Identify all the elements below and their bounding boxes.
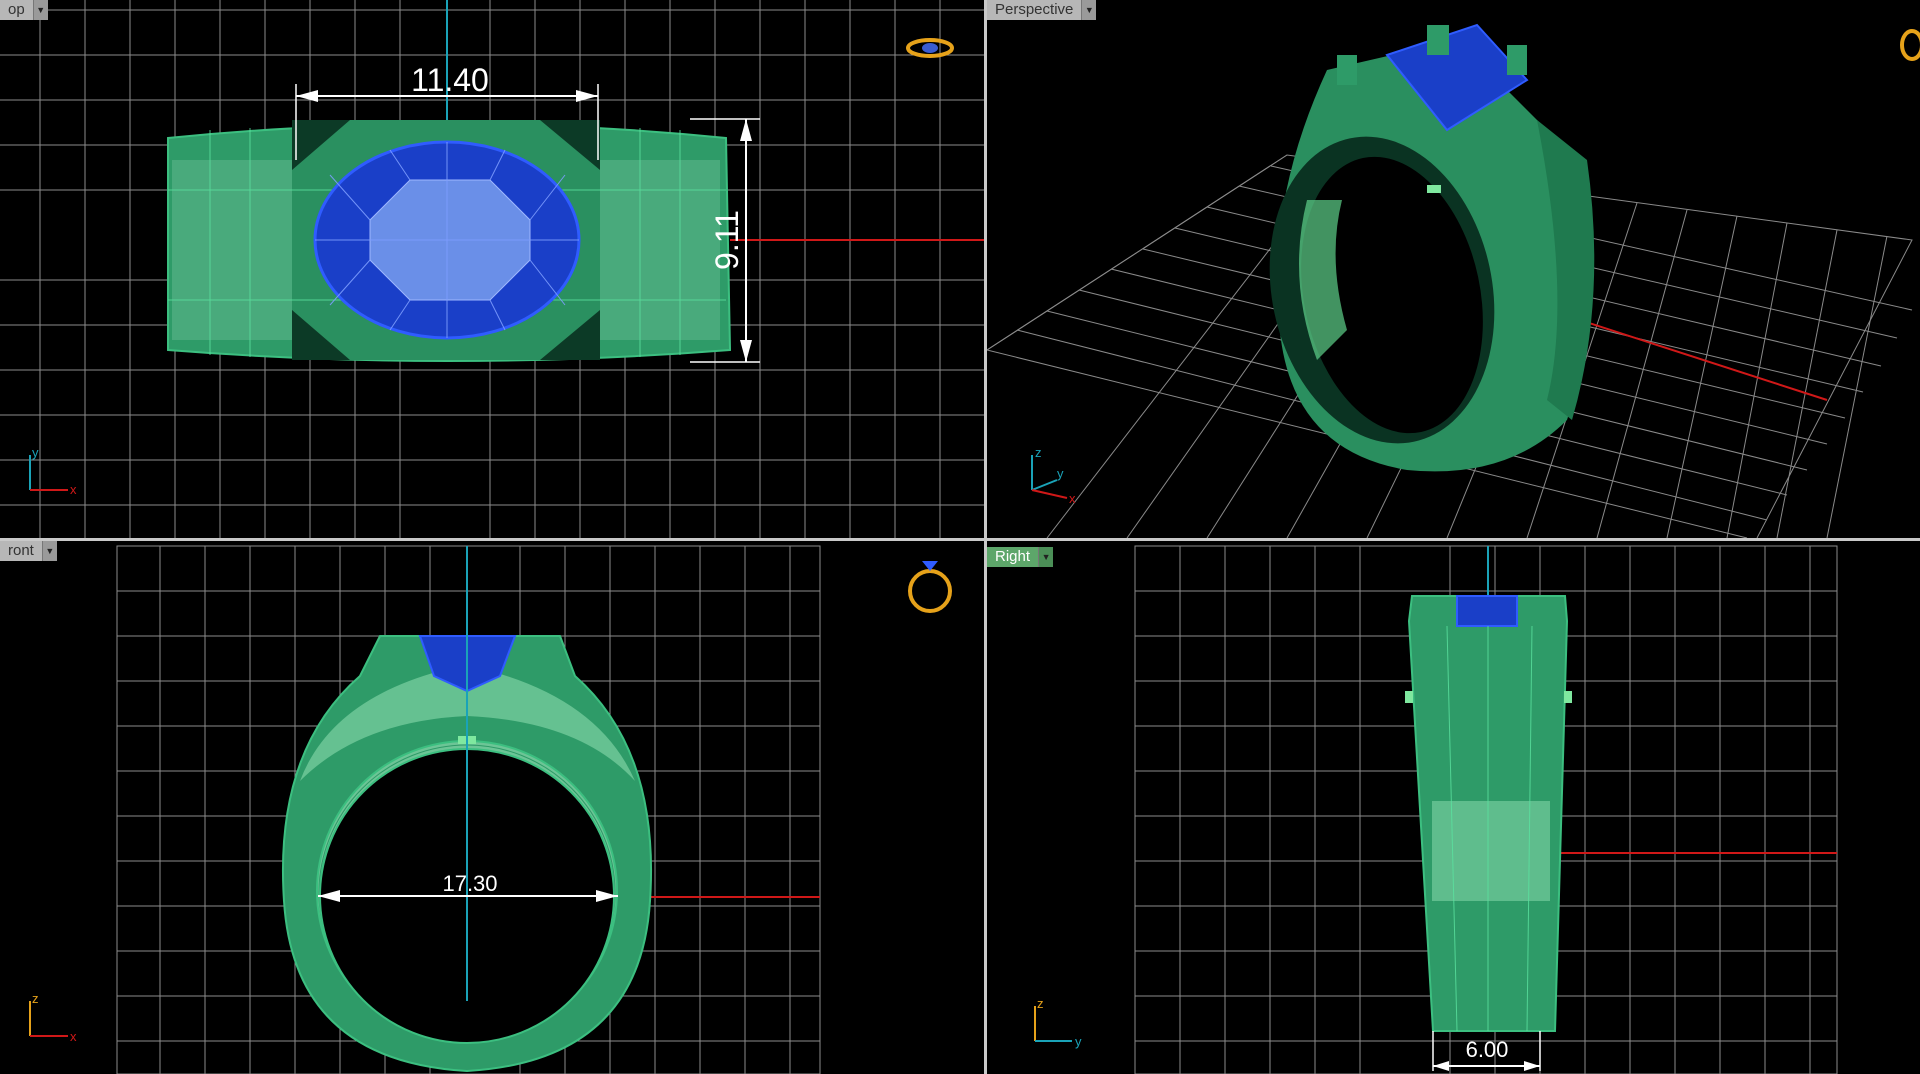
chevron-down-icon[interactable]: ▼ xyxy=(32,0,48,20)
tab-right[interactable]: Right ▼ xyxy=(987,547,1054,567)
axis-icon: y x xyxy=(29,445,77,497)
dim-width-label: 11.40 xyxy=(411,62,489,98)
viewport-top[interactable]: 11.40 9.11 y x op ▼ xyxy=(0,0,984,538)
chevron-down-icon[interactable]: ▼ xyxy=(1081,0,1097,20)
dim-height-label: 9.11 xyxy=(709,210,745,270)
ring-render-icon xyxy=(1900,29,1920,61)
tab-top[interactable]: op ▼ xyxy=(0,0,48,20)
viewport-divider-vertical[interactable] xyxy=(984,0,987,1074)
tab-top-label: op xyxy=(0,0,33,20)
ring-render-icon xyxy=(906,38,954,58)
axis-icon: z x xyxy=(29,991,77,1044)
axis-icon: z y xyxy=(1034,996,1082,1049)
tab-front-label: ront xyxy=(0,541,42,561)
axis-icon: z y x xyxy=(1031,445,1076,506)
svg-text:y: y xyxy=(1075,1034,1082,1049)
chevron-down-icon[interactable]: ▼ xyxy=(41,541,57,561)
tab-perspective[interactable]: Perspective ▼ xyxy=(987,0,1097,20)
right-view-canvas[interactable]: 6.00 z y xyxy=(987,541,1920,1074)
chevron-down-icon[interactable]: ▼ xyxy=(1038,547,1054,567)
front-view-canvas[interactable]: 17.30 z x xyxy=(0,541,984,1074)
ring-front[interactable] xyxy=(282,546,653,1073)
ring-outline-icon xyxy=(908,561,952,613)
svg-text:y: y xyxy=(1057,466,1064,481)
svg-text:x: x xyxy=(70,482,77,497)
viewport-right[interactable]: 6.00 z y Right ▼ xyxy=(987,541,1920,1074)
dimension-width-right[interactable]: 6.00 xyxy=(1432,1031,1541,1071)
svg-text:z: z xyxy=(1035,445,1042,460)
viewport-perspective[interactable]: z y x Perspective ▼ xyxy=(987,0,1920,538)
svg-text:x: x xyxy=(70,1029,77,1044)
viewport-front[interactable]: 17.30 z x ront ▼ xyxy=(0,541,984,1074)
tab-right-label: Right xyxy=(987,547,1039,567)
svg-text:y: y xyxy=(32,445,39,460)
top-view-canvas[interactable]: 11.40 9.11 y x xyxy=(0,0,984,538)
svg-text:z: z xyxy=(1037,996,1044,1011)
gemstone-top[interactable] xyxy=(313,140,581,340)
viewport-divider-horizontal[interactable] xyxy=(0,538,1920,541)
tab-perspective-label: Perspective xyxy=(987,0,1082,20)
dim-width-label: 6.00 xyxy=(1466,1037,1509,1062)
tab-front[interactable]: ront ▼ xyxy=(0,541,57,561)
dim-inner-label: 17.30 xyxy=(442,871,497,896)
svg-text:x: x xyxy=(1069,491,1076,506)
svg-text:z: z xyxy=(32,991,39,1006)
ring-right[interactable] xyxy=(1405,595,1572,1032)
perspective-view-canvas[interactable]: z y x xyxy=(987,0,1920,538)
